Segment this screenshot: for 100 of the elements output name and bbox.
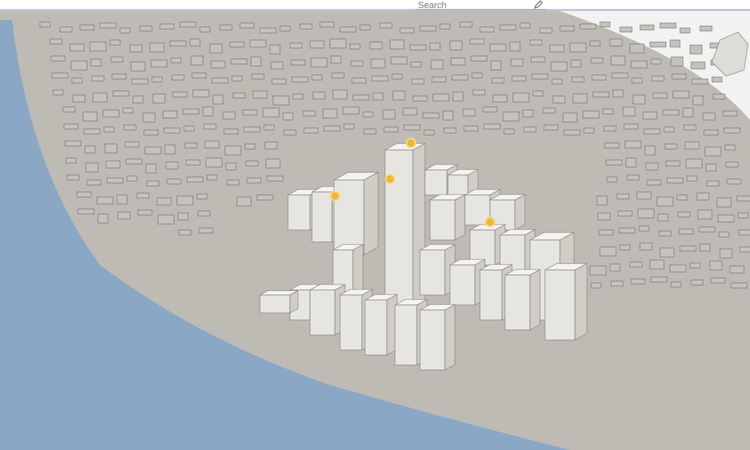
building bbox=[266, 158, 280, 168]
building bbox=[322, 108, 338, 118]
building bbox=[730, 282, 748, 288]
building bbox=[166, 178, 182, 184]
building bbox=[600, 246, 616, 256]
building bbox=[582, 110, 600, 118]
location-marker-icon[interactable] bbox=[330, 190, 340, 202]
building bbox=[162, 110, 178, 118]
building bbox=[262, 108, 280, 118]
building bbox=[72, 78, 82, 84]
view-cube-icon[interactable] bbox=[712, 32, 748, 76]
building bbox=[644, 128, 660, 134]
building bbox=[430, 42, 440, 50]
pencil-icon bbox=[534, 0, 543, 9]
building bbox=[190, 56, 204, 66]
building bbox=[432, 76, 446, 82]
building bbox=[462, 108, 476, 116]
building bbox=[250, 40, 266, 48]
building bbox=[618, 210, 632, 216]
building bbox=[204, 124, 216, 130]
building bbox=[290, 60, 306, 66]
building bbox=[412, 78, 424, 84]
location-marker-icon[interactable] bbox=[484, 216, 496, 228]
building bbox=[212, 94, 224, 104]
building bbox=[132, 96, 144, 104]
building bbox=[682, 108, 694, 118]
building bbox=[704, 146, 722, 156]
building bbox=[124, 142, 140, 148]
building bbox=[680, 246, 696, 252]
building bbox=[450, 58, 466, 66]
building bbox=[240, 22, 254, 28]
building bbox=[510, 42, 520, 52]
building bbox=[184, 126, 194, 132]
building bbox=[718, 232, 730, 238]
building bbox=[640, 24, 654, 30]
building bbox=[382, 110, 396, 120]
building bbox=[204, 140, 220, 148]
building bbox=[570, 60, 582, 68]
building bbox=[106, 178, 124, 184]
building bbox=[630, 262, 642, 268]
building bbox=[470, 56, 488, 62]
building bbox=[720, 248, 732, 258]
building bbox=[100, 22, 116, 28]
building bbox=[490, 60, 502, 70]
building bbox=[164, 144, 176, 154]
building bbox=[718, 214, 734, 222]
building bbox=[146, 164, 156, 174]
building bbox=[646, 162, 658, 170]
building bbox=[312, 92, 326, 100]
building bbox=[236, 196, 252, 206]
building bbox=[124, 124, 136, 130]
building bbox=[140, 26, 152, 32]
location-marker-icon[interactable] bbox=[406, 138, 416, 148]
building bbox=[660, 248, 674, 258]
building bbox=[130, 44, 142, 52]
building bbox=[136, 192, 150, 198]
building bbox=[442, 110, 454, 120]
building bbox=[390, 40, 404, 50]
building bbox=[432, 94, 450, 102]
building bbox=[282, 112, 294, 120]
building bbox=[170, 58, 182, 64]
building bbox=[672, 90, 690, 98]
building bbox=[384, 126, 398, 132]
building bbox=[190, 38, 200, 46]
building bbox=[110, 56, 124, 62]
building bbox=[206, 158, 222, 168]
building bbox=[698, 210, 712, 220]
building bbox=[606, 176, 618, 182]
building bbox=[592, 74, 606, 80]
building bbox=[84, 146, 96, 154]
building bbox=[700, 26, 712, 32]
building bbox=[590, 266, 606, 276]
building bbox=[232, 92, 246, 98]
building bbox=[604, 126, 616, 132]
building bbox=[666, 178, 684, 184]
building bbox=[150, 42, 164, 52]
building bbox=[424, 130, 434, 136]
building bbox=[552, 96, 566, 104]
building bbox=[178, 230, 192, 236]
building bbox=[652, 92, 668, 98]
building bbox=[212, 78, 228, 84]
building bbox=[630, 60, 648, 68]
building bbox=[82, 112, 98, 122]
building bbox=[560, 26, 574, 32]
building bbox=[722, 110, 738, 116]
building bbox=[626, 174, 640, 180]
building bbox=[600, 22, 610, 28]
search-field[interactable]: Search bbox=[418, 0, 518, 9]
building bbox=[530, 40, 542, 46]
building bbox=[350, 60, 364, 66]
building bbox=[616, 194, 630, 200]
building bbox=[304, 128, 318, 134]
building bbox=[270, 44, 280, 54]
building bbox=[664, 144, 678, 150]
building bbox=[120, 28, 130, 34]
building bbox=[330, 56, 342, 64]
building bbox=[630, 278, 646, 284]
building bbox=[490, 44, 506, 52]
location-marker-icon[interactable] bbox=[384, 174, 396, 184]
building bbox=[690, 262, 700, 268]
